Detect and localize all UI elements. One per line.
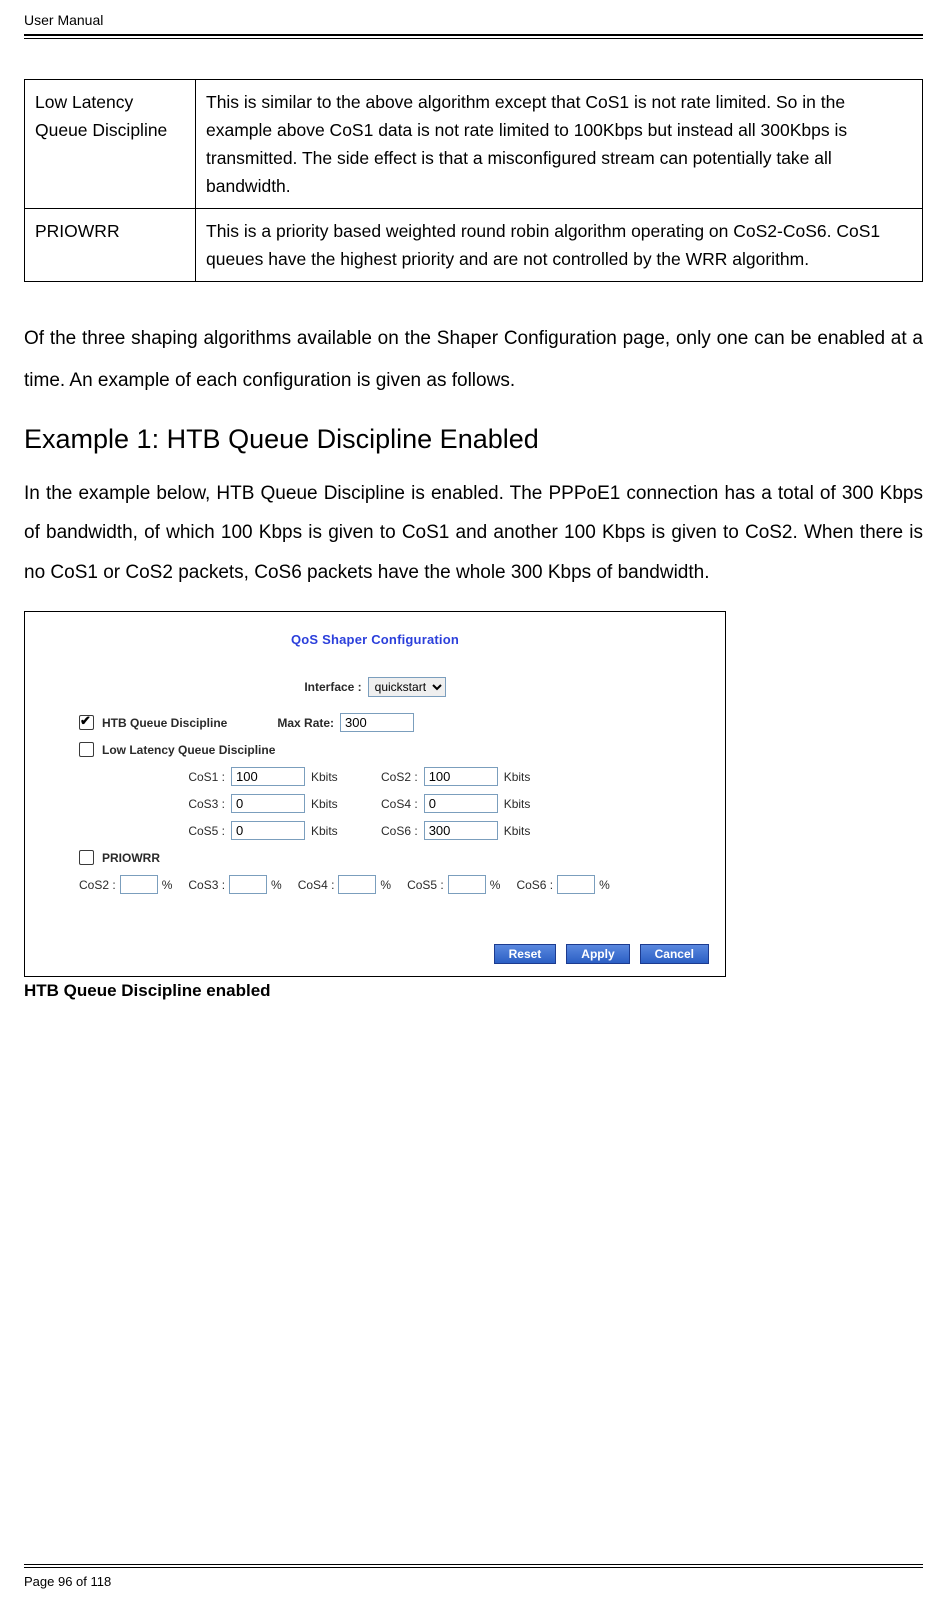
header-rule-top (24, 34, 923, 36)
term-cell: Low Latency Queue Discipline (25, 80, 196, 209)
qos-shaper-figure: QoS Shaper Configuration Interface : qui… (24, 611, 726, 977)
cos2-unit: Kbits (504, 770, 531, 784)
definitions-table: Low Latency Queue Discipline This is sim… (24, 79, 923, 282)
cos2-input[interactable] (424, 767, 498, 786)
lowlat-checkbox[interactable] (79, 742, 94, 757)
prio-cos3-pct: % (271, 878, 282, 892)
example-paragraph: In the example below, HTB Queue Discipli… (24, 474, 923, 594)
apply-button[interactable]: Apply (566, 944, 629, 964)
prio-cos5-label: CoS5 : (407, 878, 444, 892)
interface-select[interactable]: quickstart (368, 677, 446, 697)
cos6-input[interactable] (424, 821, 498, 840)
cos1-unit: Kbits (311, 770, 338, 784)
interface-label: Interface : (304, 680, 361, 694)
htb-checkbox[interactable] (79, 715, 94, 730)
cos3-input[interactable] (231, 794, 305, 813)
intro-paragraph: Of the three shaping algorithms availabl… (24, 318, 923, 402)
footer-page-number: Page 96 of 118 (24, 1574, 111, 1589)
max-rate-label: Max Rate: (277, 716, 334, 730)
prio-cos2-label: CoS2 : (79, 878, 116, 892)
prio-cos6-pct: % (599, 878, 610, 892)
cos5-unit: Kbits (311, 824, 338, 838)
cos3-unit: Kbits (311, 797, 338, 811)
cancel-button[interactable]: Cancel (640, 944, 709, 964)
prio-cos5-pct: % (490, 878, 501, 892)
cos4-label: CoS4 : (364, 797, 418, 811)
page-footer: Page 96 of 118 (24, 1564, 923, 1589)
figure-title: QoS Shaper Configuration (41, 632, 709, 647)
prio-cos3-input[interactable] (229, 875, 267, 894)
term-cell: PRIOWRR (25, 209, 196, 282)
cos6-label: CoS6 : (364, 824, 418, 838)
prio-cos2-pct: % (162, 878, 173, 892)
priowrr-label: PRIOWRR (102, 851, 160, 865)
prio-cos5-input[interactable] (448, 875, 486, 894)
header-rule-bottom (24, 38, 923, 39)
cos1-label: CoS1 : (171, 770, 225, 784)
prio-cos4-pct: % (380, 878, 391, 892)
cos5-input[interactable] (231, 821, 305, 840)
prio-cos4-input[interactable] (338, 875, 376, 894)
desc-cell: This is similar to the above algorithm e… (196, 80, 923, 209)
table-row: PRIOWRR This is a priority based weighte… (25, 209, 923, 282)
priowrr-checkbox[interactable] (79, 850, 94, 865)
cos4-input[interactable] (424, 794, 498, 813)
cos2-label: CoS2 : (364, 770, 418, 784)
cos4-unit: Kbits (504, 797, 531, 811)
cos5-label: CoS5 : (171, 824, 225, 838)
cos-grid: CoS1 : Kbits CoS2 : Kbits CoS3 : Kbits C… (171, 767, 709, 840)
prio-cos3-label: CoS3 : (188, 878, 225, 892)
max-rate-input[interactable] (340, 713, 414, 732)
lowlat-label: Low Latency Queue Discipline (102, 743, 275, 757)
prio-cos6-input[interactable] (557, 875, 595, 894)
desc-cell: This is a priority based weighted round … (196, 209, 923, 282)
htb-label: HTB Queue Discipline (102, 716, 227, 730)
table-row: Low Latency Queue Discipline This is sim… (25, 80, 923, 209)
prio-cos4-label: CoS4 : (298, 878, 335, 892)
cos6-unit: Kbits (504, 824, 531, 838)
page-header: User Manual (24, 12, 923, 34)
prio-cos2-input[interactable] (120, 875, 158, 894)
example-heading: Example 1: HTB Queue Discipline Enabled (24, 424, 923, 455)
prio-cos6-label: CoS6 : (516, 878, 553, 892)
reset-button[interactable]: Reset (494, 944, 557, 964)
cos3-label: CoS3 : (171, 797, 225, 811)
cos1-input[interactable] (231, 767, 305, 786)
figure-caption: HTB Queue Discipline enabled (24, 981, 923, 1001)
